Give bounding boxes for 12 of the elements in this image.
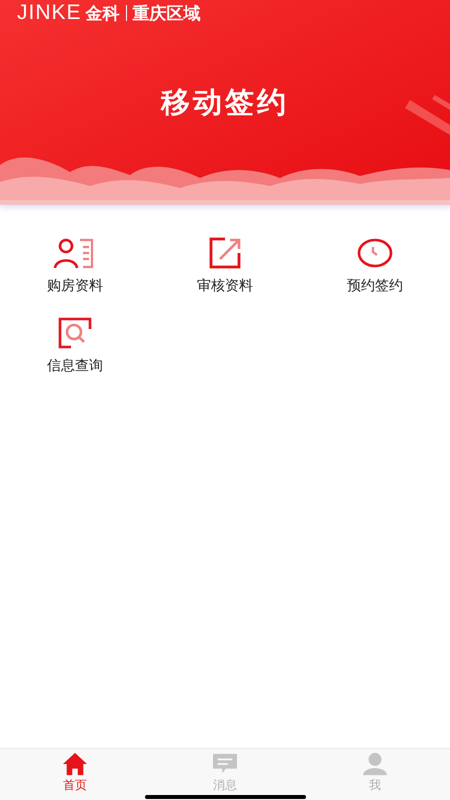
user-icon (361, 752, 389, 776)
menu-label[interactable]: 信息查询 (47, 357, 103, 375)
menu-label[interactable]: 购房资料 (47, 277, 103, 295)
tab-button[interactable]: 首页 (0, 749, 150, 800)
menu-label[interactable]: 审核资料 (197, 277, 253, 295)
brand-name: 金科 (86, 2, 120, 24)
brand-logo: JINKE (17, 1, 82, 25)
region-name: 重庆区域 (132, 2, 201, 24)
message-icon (211, 752, 239, 776)
menu-label[interactable]: 预约签约 (347, 277, 403, 295)
banner-title: 移动签约 (160, 84, 290, 121)
home-icon (61, 752, 89, 776)
